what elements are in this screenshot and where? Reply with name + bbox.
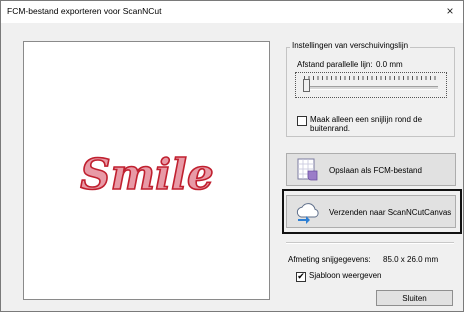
cut-data-size-value: 85.0 x 26.0 mm	[383, 255, 439, 264]
close-button[interactable]: Sluiten	[376, 290, 453, 306]
window-title: FCM-bestand exporteren voor ScanNCut	[7, 6, 162, 16]
separator-line	[286, 242, 454, 244]
distance-slider[interactable]	[295, 72, 447, 98]
preview-pane: Smile	[23, 41, 270, 300]
slider-thumb[interactable]	[303, 79, 310, 92]
fcm-file-icon	[297, 158, 318, 181]
title-bar: FCM-bestand exporteren voor ScanNCut ×	[1, 1, 463, 23]
smile-preview-graphic: Smile	[79, 149, 214, 200]
close-icon[interactable]: ×	[443, 3, 457, 19]
cloud-upload-icon	[296, 203, 319, 224]
offset-settings-title: Instellingen van verschuivingslijn	[290, 41, 411, 50]
export-dialog: FCM-bestand exporteren voor ScanNCut × S…	[0, 0, 464, 312]
close-button-label: Sluiten	[402, 294, 427, 303]
slider-ticks	[304, 76, 438, 80]
outer-edge-checkbox[interactable]	[297, 116, 307, 126]
distance-value: 0.0 mm	[376, 60, 403, 69]
cut-data-size-label: Afmeting snijgegevens:	[288, 255, 371, 264]
outer-edge-checkbox-label[interactable]: Maak alleen een snijlijn rond de buitenr…	[310, 115, 463, 133]
distance-label: Afstand parallelle lijn:	[297, 60, 373, 69]
show-template-check-mark: ✔	[297, 271, 305, 281]
save-fcm-label: Opslaan als FCM-bestand	[329, 166, 422, 175]
preview-text: Smile	[80, 150, 213, 199]
save-fcm-button[interactable]: Opslaan als FCM-bestand	[286, 153, 456, 186]
slider-track[interactable]	[304, 86, 438, 90]
send-scanncut-button[interactable]: Verzenden naar ScanNCutCanvas	[286, 195, 456, 228]
show-template-checkbox[interactable]: ✔	[296, 271, 306, 282]
send-scanncut-label: Verzenden naar ScanNCutCanvas	[329, 208, 452, 217]
show-template-checkbox-label[interactable]: Sjabloon weergeven	[309, 271, 382, 280]
